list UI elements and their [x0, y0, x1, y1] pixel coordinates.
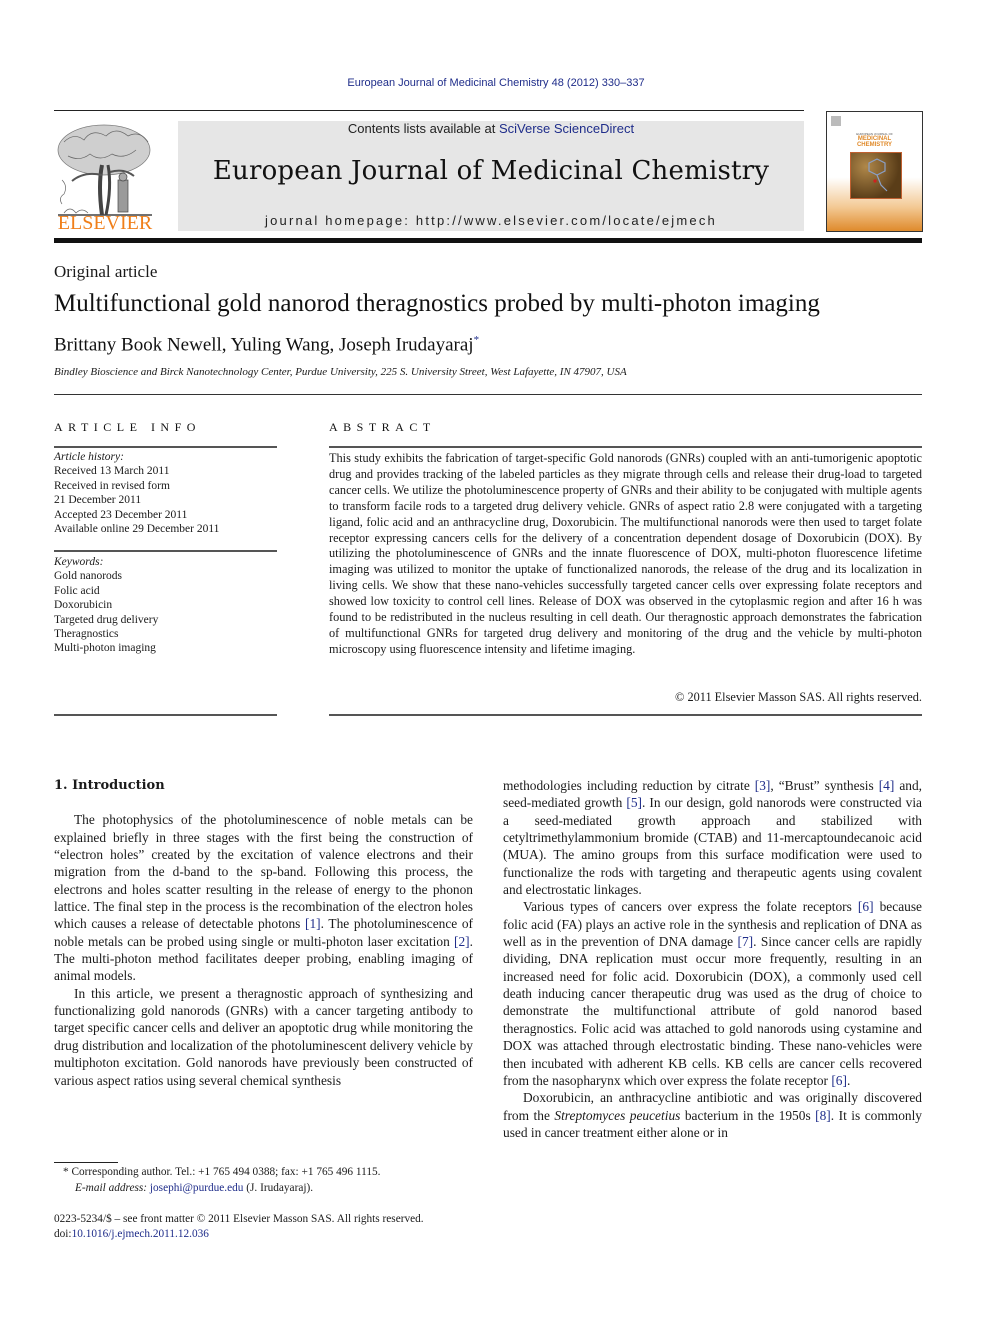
section-heading-introduction: 1. Introduction [54, 778, 165, 793]
keywords-label: Keywords: [54, 556, 104, 568]
citation-ref-link[interactable]: [6] [831, 1073, 847, 1088]
citation-ref-link[interactable]: [7] [738, 934, 754, 949]
intro-paragraph: methodologies including reduction by cit… [503, 778, 922, 898]
intro-paragraph: Doxorubicin, an anthracycline antibiotic… [503, 1090, 923, 1140]
keyword: Targeted drug delivery [54, 613, 159, 626]
history-item: Accepted 23 December 2011 [54, 508, 188, 521]
history-item: 21 December 2011 [54, 494, 142, 507]
keyword: Gold nanorods [54, 570, 123, 583]
citation-ref-link[interactable]: [8] [815, 1108, 831, 1123]
article-type: Original article [54, 262, 158, 281]
title-rule [54, 394, 922, 395]
intro-paragraph: The photophysics of the photoluminescenc… [54, 812, 473, 984]
citation-ref-link[interactable]: [1] [305, 916, 321, 931]
article-history: Article history: Received 13 March 2011 … [54, 450, 277, 536]
contents-availability: Contents lists available at SciVerse Sci… [178, 121, 804, 136]
citation-ref-link[interactable]: [3] [755, 778, 771, 793]
elsevier-logo[interactable]: ELSEVIER [54, 120, 156, 234]
authors-text: Brittany Book Newell, Yuling Wang, Josep… [54, 334, 474, 356]
email-line: E-mail address: josephi@purdue.edu (J. I… [54, 1181, 484, 1197]
history-item: Available online 29 December 2011 [54, 523, 220, 536]
citation-ref-link[interactable]: [2] [454, 934, 470, 949]
history-item: Received 13 March 2011 [54, 465, 170, 478]
keyword: Multi-photon imaging [54, 642, 156, 655]
citation-ref-link[interactable]: [5] [626, 795, 642, 810]
abstract-rule [329, 446, 922, 448]
doi-link[interactable]: 10.1016/j.ejmech.2011.12.036 [72, 1228, 209, 1240]
journal-cover-thumbnail[interactable]: EUROPEAN JOURNAL OF MEDICINAL CHEMISTRY [826, 111, 923, 232]
header-thick-rule [54, 238, 922, 243]
corresponding-author-footnote: * Corresponding author. Tel.: +1 765 494… [54, 1165, 484, 1196]
affiliation: Bindley Bioscience and Birck Nanotechnol… [54, 366, 627, 378]
abstract-bottom-rule [329, 714, 922, 716]
cover-molecule-image [850, 152, 902, 199]
header-rule [54, 110, 804, 111]
corresponding-author-details: * Corresponding author. Tel.: +1 765 494… [63, 1166, 381, 1178]
abstract-heading: ABSTRACT [329, 420, 436, 434]
front-matter: 0223-5234/$ – see front matter © 2011 El… [54, 1212, 504, 1242]
keyword: Theragnostics [54, 628, 119, 641]
italic-term: Streptomyces peucetius [554, 1107, 681, 1123]
sciencedirect-link[interactable]: SciVerse ScienceDirect [499, 121, 634, 136]
journal-title: European Journal of Medicinal Chemistry [212, 156, 770, 186]
body-column-right: methodologies including reduction by cit… [503, 777, 922, 1141]
citation-ref-link[interactable]: [6] [858, 899, 874, 914]
journal-homepage[interactable]: journal homepage: http://www.elsevier.co… [178, 213, 804, 228]
email-suffix: (J. Irudayaraj). [243, 1181, 314, 1194]
contents-prefix: Contents lists available at [347, 121, 499, 136]
journal-citation[interactable]: European Journal of Medicinal Chemistry … [0, 77, 992, 89]
paper-title: Multifunctional gold nanorod theragnosti… [54, 290, 820, 317]
article-info-heading: ARTICLE INFO [54, 420, 201, 434]
cover-publisher-mark-icon [831, 116, 841, 126]
author-list: Brittany Book Newell, Yuling Wang, Josep… [54, 334, 479, 356]
abstract-copyright: © 2011 Elsevier Masson SAS. All rights r… [675, 690, 922, 704]
front-matter-text: 0223-5234/$ – see front matter © 2011 El… [54, 1213, 424, 1225]
keyword: Folic acid [54, 584, 100, 597]
citation-ref-link[interactable]: [4] [879, 778, 895, 793]
intro-paragraph: Various types of cancers over express th… [503, 899, 923, 1088]
keyword: Doxorubicin [54, 599, 113, 612]
corresponding-author-mark[interactable]: * [474, 334, 480, 346]
intro-paragraph: In this article, we present a theragnost… [54, 985, 473, 1088]
article-info-rule [54, 446, 277, 448]
article-info-bottom-rule [54, 714, 277, 716]
molecule-icon [868, 158, 888, 192]
keywords-rule [54, 550, 277, 552]
footnote-rule [54, 1162, 118, 1163]
keywords: Keywords: Gold nanorods Folic acid Doxor… [54, 555, 277, 656]
email-link[interactable]: josephi@purdue.edu [150, 1182, 244, 1194]
doi-prefix: doi: [54, 1228, 72, 1240]
elsevier-wordmark: ELSEVIER [57, 212, 153, 234]
history-item: Received in revised form [54, 479, 170, 492]
history-label: Article history: [54, 451, 124, 463]
doi-line: doi:10.1016/j.ejmech.2011.12.036 [54, 1227, 504, 1242]
cover-title-line3: CHEMISTRY [856, 142, 893, 148]
email-label: E-mail address: [75, 1181, 150, 1194]
body-column-left: 1. Introduction The photophysics of the … [54, 777, 473, 1089]
abstract-text: This study exhibits the fabrication of t… [329, 451, 922, 656]
